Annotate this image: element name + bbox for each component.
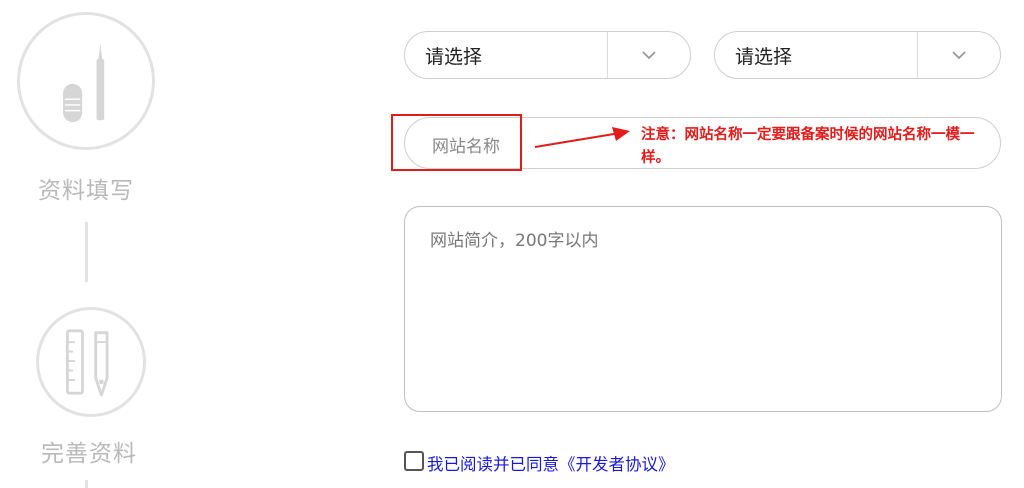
pencil-icon bbox=[63, 43, 105, 123]
chevron-down-icon[interactable] bbox=[641, 50, 657, 60]
select-divider bbox=[607, 32, 608, 78]
category-select-1[interactable]: 请选择 bbox=[404, 31, 691, 79]
select-value: 请选择 bbox=[735, 46, 793, 68]
category-select-2[interactable]: 请选择 bbox=[714, 31, 1001, 79]
step-1-label: 资料填写 bbox=[38, 178, 134, 204]
step-2-circle bbox=[36, 307, 146, 417]
annotation-arrow-icon bbox=[534, 127, 630, 148]
ruler-pen-icon bbox=[65, 329, 109, 397]
agreement-link[interactable]: 我已阅读并已同意《开发者协议》 bbox=[427, 451, 675, 475]
select-value: 请选择 bbox=[425, 46, 483, 68]
step-2-label: 完善资料 bbox=[41, 441, 137, 467]
step-1-circle bbox=[17, 12, 155, 150]
agreement-checkbox[interactable] bbox=[404, 451, 424, 471]
step-connector bbox=[85, 480, 88, 488]
chevron-down-icon[interactable] bbox=[951, 50, 967, 60]
site-description-placeholder: 网站简介，200字以内 bbox=[430, 231, 599, 251]
annotation-note: 注意：网站名称一定要跟备案时候的网站名称一模一样。 bbox=[641, 127, 975, 166]
select-divider bbox=[917, 32, 918, 78]
site-description-textarea[interactable]: 网站简介，200字以内 bbox=[404, 206, 1002, 412]
annotation-highlight-box bbox=[391, 114, 522, 171]
step-connector bbox=[85, 222, 88, 282]
